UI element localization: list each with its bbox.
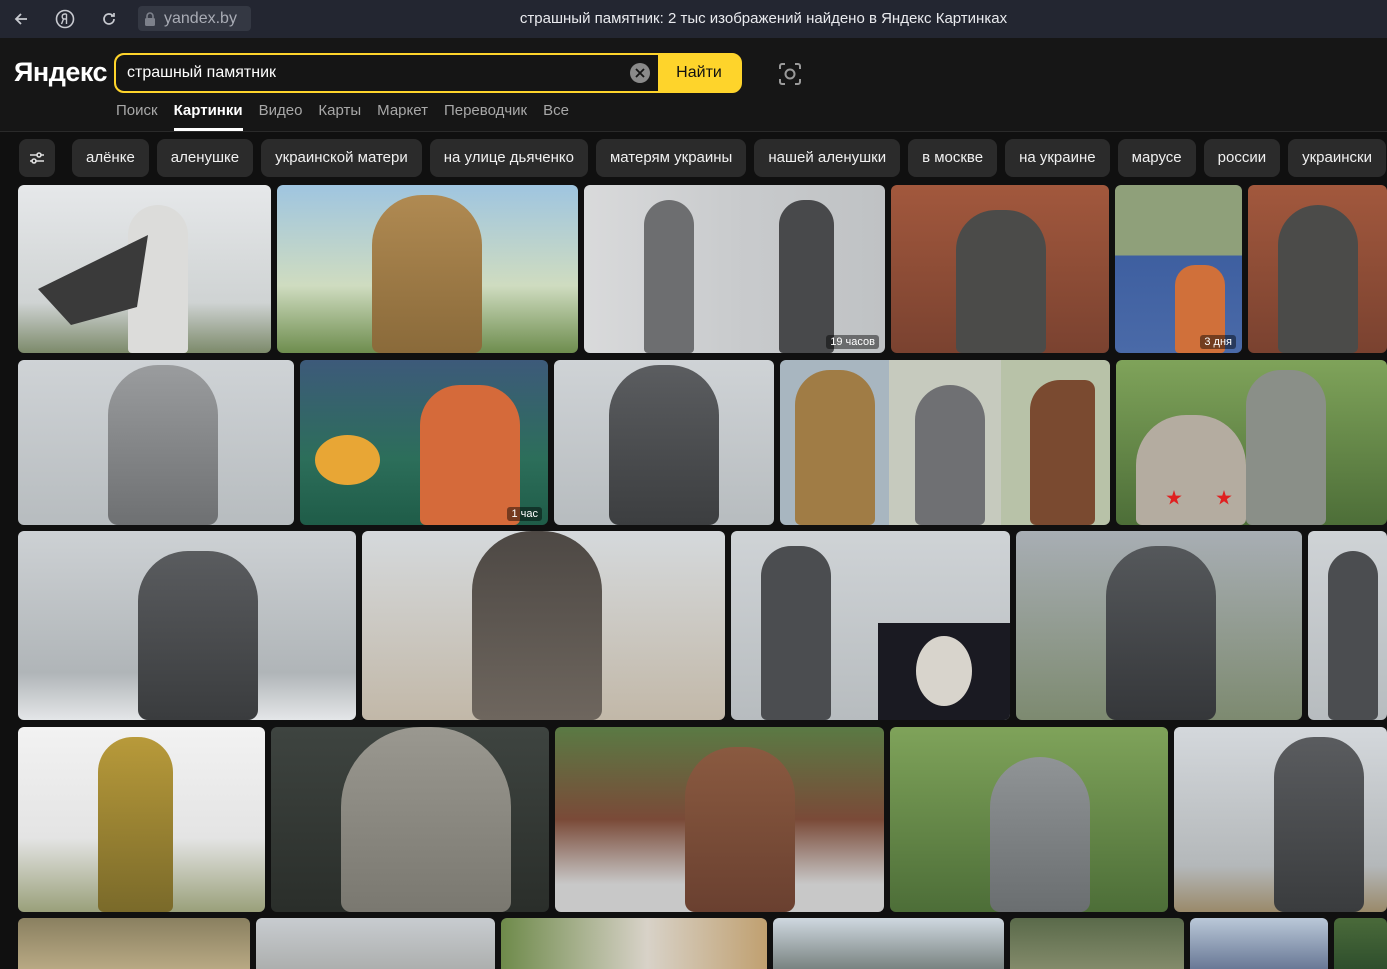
image-result[interactable]: 19 часов bbox=[584, 185, 885, 353]
chip[interactable]: украински bbox=[1288, 139, 1386, 177]
service-translator[interactable]: Переводчик bbox=[444, 102, 527, 131]
search-input[interactable] bbox=[116, 64, 616, 82]
image-result[interactable] bbox=[18, 531, 356, 720]
chip[interactable]: на украине bbox=[1005, 139, 1110, 177]
image-age-badge: 1 час bbox=[507, 507, 542, 521]
image-result[interactable] bbox=[18, 360, 294, 525]
image-result[interactable] bbox=[1308, 531, 1387, 720]
camera-search-icon[interactable] bbox=[777, 61, 803, 87]
search-input-wrap bbox=[116, 55, 658, 91]
service-market[interactable]: Маркет bbox=[377, 102, 428, 131]
browser-toolbar: yandex.by страшный памятник: 2 тыс изобр… bbox=[0, 0, 1387, 38]
chip[interactable]: матерям украины bbox=[595, 139, 747, 177]
image-result[interactable] bbox=[891, 185, 1109, 353]
image-result[interactable] bbox=[1248, 185, 1387, 353]
image-age-badge: 19 часов bbox=[826, 335, 879, 349]
chip[interactable]: марусе bbox=[1117, 139, 1196, 177]
chip[interactable]: алёнке bbox=[72, 139, 149, 177]
image-result[interactable] bbox=[773, 918, 1004, 969]
image-result[interactable] bbox=[780, 360, 1110, 525]
image-result[interactable] bbox=[1190, 918, 1328, 969]
chip[interactable]: на улице дьяченко bbox=[429, 139, 588, 177]
image-result[interactable] bbox=[271, 727, 549, 912]
chip[interactable]: в москве bbox=[908, 139, 998, 177]
service-images[interactable]: Картинки bbox=[173, 102, 243, 131]
chip[interactable]: россии bbox=[1203, 139, 1281, 177]
image-result[interactable] bbox=[1016, 531, 1302, 720]
image-age-badge: 3 дня bbox=[1200, 335, 1236, 349]
image-result[interactable] bbox=[731, 531, 1010, 720]
search-box: Найти bbox=[114, 53, 742, 93]
service-search[interactable]: Поиск bbox=[116, 102, 158, 131]
search-header: Яндекс Найти Поиск Картинки Видео Карты … bbox=[0, 38, 1387, 132]
image-result[interactable] bbox=[890, 727, 1168, 912]
image-result[interactable] bbox=[501, 918, 767, 969]
suggestion-chips: алёнке аленушке украинской матери на ули… bbox=[0, 132, 1387, 184]
image-result[interactable]: 3 дня bbox=[1115, 185, 1242, 353]
image-result[interactable] bbox=[18, 185, 271, 353]
image-result[interactable] bbox=[555, 727, 884, 912]
clear-icon[interactable] bbox=[630, 63, 650, 83]
chip[interactable]: украинской матери bbox=[261, 139, 422, 177]
image-result[interactable] bbox=[362, 531, 725, 720]
chip[interactable]: аленушке bbox=[156, 139, 254, 177]
image-result[interactable] bbox=[18, 918, 250, 969]
service-video[interactable]: Видео bbox=[259, 102, 303, 131]
services-nav: Поиск Картинки Видео Карты Маркет Перево… bbox=[116, 102, 585, 131]
image-result[interactable] bbox=[277, 185, 578, 353]
image-result[interactable] bbox=[1010, 918, 1184, 969]
image-result[interactable] bbox=[1334, 918, 1387, 969]
image-result[interactable] bbox=[1116, 360, 1387, 525]
image-result[interactable]: 1 час bbox=[300, 360, 548, 525]
chip-row: алёнке аленушке украинской матери на ули… bbox=[72, 139, 1387, 177]
service-all[interactable]: Все bbox=[543, 102, 569, 131]
image-result[interactable] bbox=[18, 727, 265, 912]
image-result[interactable] bbox=[554, 360, 774, 525]
image-result[interactable] bbox=[1174, 727, 1387, 912]
service-maps[interactable]: Карты bbox=[318, 102, 361, 131]
search-button[interactable]: Найти bbox=[658, 55, 740, 91]
chip[interactable]: нашей аленушки bbox=[754, 139, 901, 177]
image-result[interactable] bbox=[256, 918, 495, 969]
tab-title: страшный памятник: 2 тыс изображений най… bbox=[519, 10, 1008, 27]
yandex-logo[interactable]: Яндекс bbox=[14, 57, 108, 88]
filter-sliders-icon[interactable] bbox=[19, 139, 55, 177]
image-results-grid: 19 часов 3 дня 1 час bbox=[0, 184, 1387, 969]
